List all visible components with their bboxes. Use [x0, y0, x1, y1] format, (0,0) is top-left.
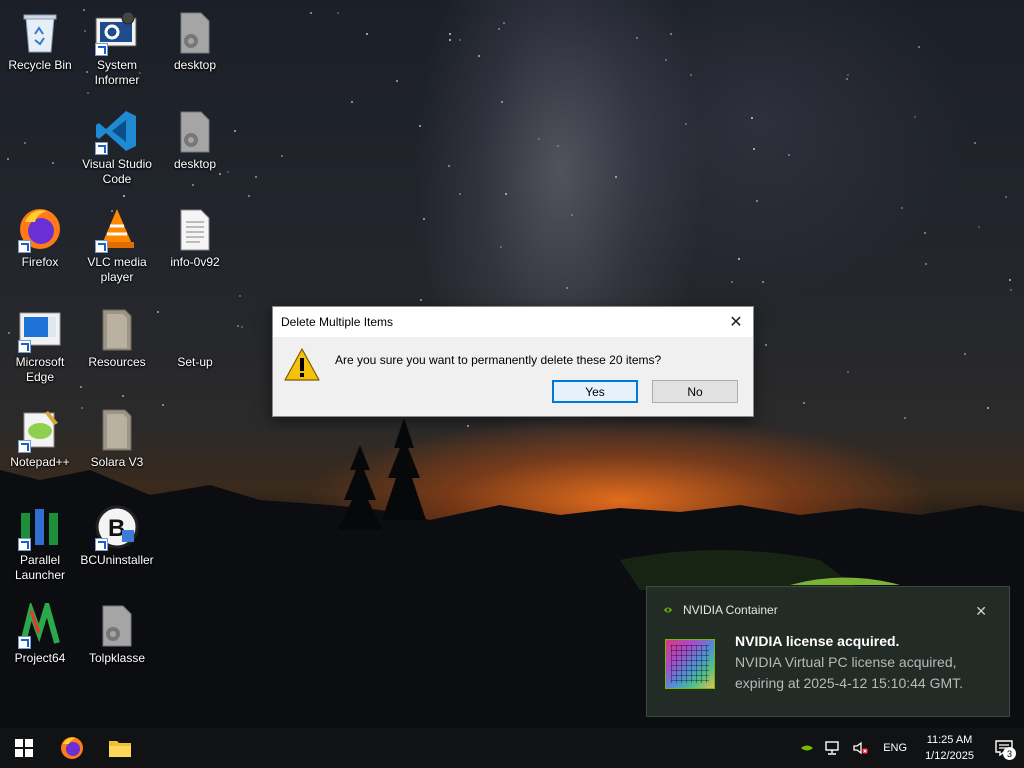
desktop-icon-label: System Informer — [94, 58, 140, 87]
tray-volume[interactable] — [847, 728, 875, 768]
network-icon — [825, 741, 839, 755]
desktop-icon-info[interactable]: info-0v92 — [157, 205, 233, 297]
close-icon[interactable]: ✕ — [721, 307, 751, 337]
shortcut-arrow-icon — [95, 43, 108, 56]
desktop-icon-label: desktop — [173, 157, 217, 171]
close-icon[interactable]: ✕ — [975, 603, 987, 620]
dialog-message: Are you sure you want to permanently del… — [335, 353, 662, 367]
folder-icon — [93, 405, 141, 453]
vlc-icon — [93, 205, 141, 253]
desktop-icon-label: Resources — [88, 355, 146, 369]
desktop-icon-label: Parallel Launcher — [14, 553, 66, 582]
bcuninstaller-icon: B — [93, 503, 141, 551]
dialog-titlebar[interactable]: Delete Multiple Items ✕ — [273, 307, 753, 337]
clock-date: 1/12/2025 — [925, 750, 974, 762]
taskbar: ENG 11:25 AM 1/12/2025 3 — [0, 728, 1024, 768]
desktop-icon-desktop-1[interactable]: desktop — [157, 8, 233, 100]
notepadpp-icon — [16, 405, 64, 453]
clock[interactable]: 11:25 AM 1/12/2025 — [915, 732, 984, 764]
desktop-icon-parallel-launcher[interactable]: Parallel Launcher — [2, 503, 78, 595]
shortcut-arrow-icon — [18, 240, 31, 253]
taskbar-file-explorer[interactable] — [96, 728, 144, 768]
toast-app-name: NVIDIA Container — [683, 603, 778, 617]
no-button[interactable]: No — [652, 380, 738, 403]
shortcut-arrow-icon — [18, 340, 31, 353]
language-indicator[interactable]: ENG — [875, 742, 915, 754]
vscode-icon — [93, 107, 141, 155]
desktop-icon-label: Set-up — [177, 355, 213, 369]
desktop-icon-tolpklasse[interactable]: Tolpklasse — [79, 601, 155, 693]
desktop-icon-system-informer[interactable]: System Informer — [79, 8, 155, 100]
project64-icon — [16, 601, 64, 649]
setup-icon — [171, 305, 219, 353]
desktop-icon-label: Tolpklasse — [88, 651, 146, 665]
desktop-icon-label: Notepad++ — [10, 455, 70, 469]
windows-start-icon — [15, 739, 33, 757]
desktop-icon-label: Project64 — [14, 651, 66, 665]
clock-time: 11:25 AM — [926, 734, 973, 746]
desktop-icon-project64[interactable]: Project64 — [2, 601, 78, 693]
shortcut-arrow-icon — [18, 636, 31, 649]
desktop-icon-microsoft-edge[interactable]: Microsoft Edge — [2, 305, 78, 397]
shortcut-arrow-icon — [95, 240, 108, 253]
delete-confirm-dialog: Delete Multiple Items ✕ Are you sure you… — [272, 306, 754, 417]
file-explorer-icon — [109, 741, 131, 757]
settings-file-icon — [93, 601, 141, 649]
folder-icon — [93, 305, 141, 353]
desktop-icon-label: Recycle Bin — [8, 58, 72, 72]
desktop-icon-label: VLC media player — [87, 255, 147, 284]
tray-nvidia[interactable] — [795, 728, 819, 768]
desktop-icon-bcuninstaller[interactable]: B BCUninstaller — [79, 503, 155, 595]
desktop-icon-recycle-bin[interactable]: Recycle Bin — [2, 8, 78, 100]
toast-body: NVIDIA Virtual PC license acquired, expi… — [735, 654, 964, 691]
desktop-icon-label: Firefox — [21, 255, 59, 269]
volume-muted-icon — [853, 741, 869, 755]
notification-count-badge: 3 — [1003, 747, 1016, 760]
text-file-icon — [171, 205, 219, 253]
desktop-icon-firefox[interactable]: Firefox — [2, 205, 78, 297]
desktop-icon-desktop-2[interactable]: desktop — [157, 107, 233, 199]
settings-file-icon — [171, 8, 219, 56]
recycle-bin-icon — [16, 8, 64, 56]
desktop-icon-label: Microsoft Edge — [15, 355, 65, 384]
toast-title: NVIDIA license acquired. — [735, 633, 900, 649]
shortcut-arrow-icon — [18, 440, 31, 453]
desktop-icon-setup[interactable]: Set-up — [157, 305, 233, 397]
system-informer-icon — [93, 8, 141, 56]
tray-network[interactable] — [819, 728, 847, 768]
firefox-icon — [16, 205, 64, 253]
nvidia-icon — [664, 607, 672, 613]
nvidia-notification-toast[interactable]: NVIDIA Container ✕ NVIDIA license acquir… — [646, 586, 1010, 717]
shortcut-arrow-icon — [95, 142, 108, 155]
nvidia-tray-icon — [801, 745, 814, 751]
desktop-icon-label: BCUninstaller — [80, 553, 154, 567]
gpu-chip-icon — [665, 639, 715, 689]
desktop-icon-resources[interactable]: Resources — [79, 305, 155, 397]
warning-icon — [284, 348, 320, 381]
desktop-icon-label: desktop — [173, 58, 217, 72]
firefox-icon — [61, 737, 83, 759]
desktop-icon-label: Solara V3 — [90, 455, 144, 469]
start-button[interactable] — [0, 728, 48, 768]
desktop-icon-vlc[interactable]: VLC media player — [79, 205, 155, 297]
action-center-button[interactable]: 3 — [984, 728, 1024, 768]
edge-icon — [16, 305, 64, 353]
desktop-icon-vscode[interactable]: Visual Studio Code — [79, 107, 155, 199]
taskbar-firefox[interactable] — [48, 728, 96, 768]
settings-file-icon — [171, 107, 219, 155]
dialog-title: Delete Multiple Items — [281, 315, 394, 329]
parallel-launcher-icon — [16, 503, 64, 551]
desktop-icon-label: info-0v92 — [170, 255, 220, 269]
yes-button[interactable]: Yes — [552, 380, 638, 403]
desktop-icon-label: Visual Studio Code — [82, 157, 152, 186]
shortcut-arrow-icon — [18, 538, 31, 551]
desktop-icon-solara[interactable]: Solara V3 — [79, 405, 155, 497]
system-tray: ENG 11:25 AM 1/12/2025 3 — [795, 728, 1024, 768]
desktop-icon-notepadpp[interactable]: Notepad++ — [2, 405, 78, 497]
shortcut-arrow-icon — [95, 538, 108, 551]
